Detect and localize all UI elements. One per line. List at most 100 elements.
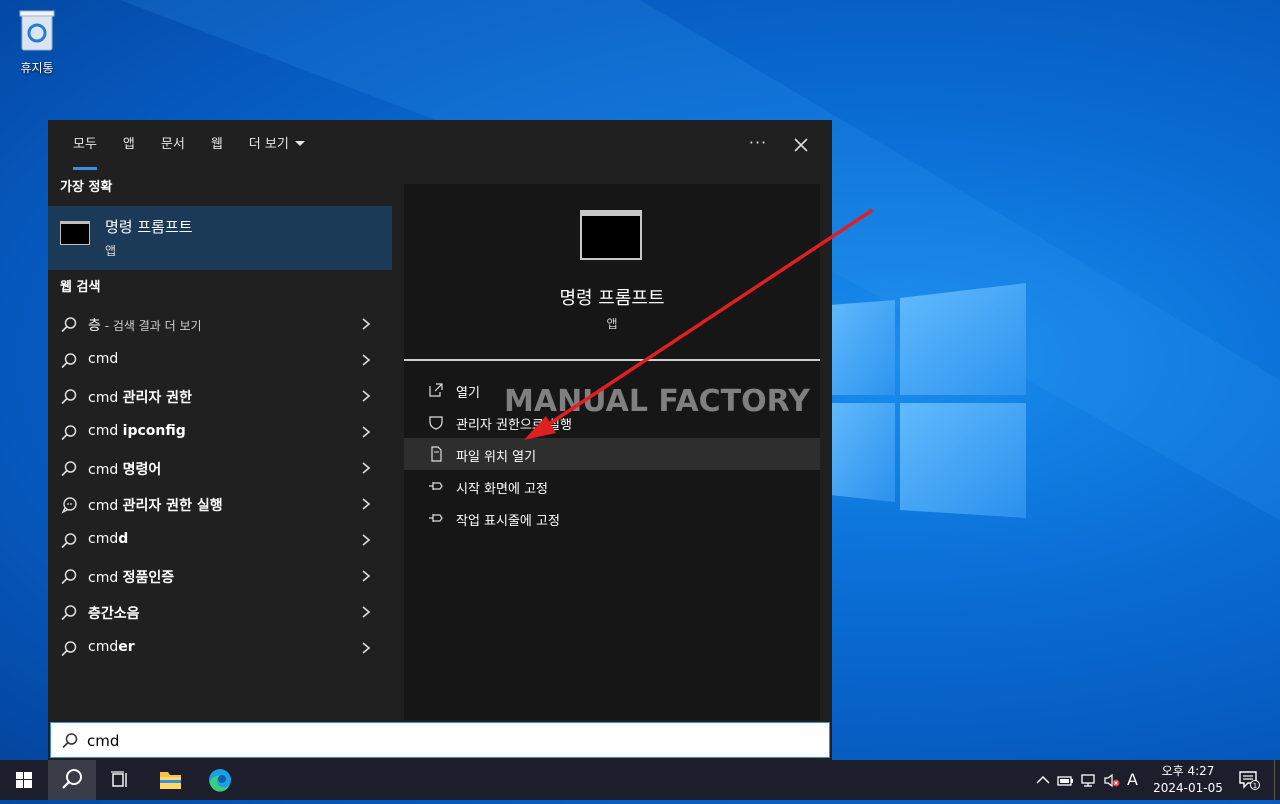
tab-more[interactable]: 더 보기 <box>236 120 318 170</box>
chevron-up-icon[interactable] <box>1034 772 1052 788</box>
search-input[interactable] <box>87 729 787 753</box>
result-text: cmd <box>88 423 123 439</box>
result-text: cmd <box>88 531 119 547</box>
result-bold-text: 정품인증 <box>122 570 175 586</box>
tab-apps[interactable]: 앱 <box>110 120 148 170</box>
best-match-result[interactable]: 명령 프롬프트 앱 <box>48 206 392 270</box>
web-search-result[interactable]: cmdd <box>48 522 392 558</box>
web-search-result-label: cmd <box>88 351 118 367</box>
tab-all[interactable]: 모두 <box>60 120 110 170</box>
preview-action-item[interactable]: 시작 화면에 고정 <box>404 470 820 502</box>
search-icon <box>61 569 77 585</box>
preview-action-item[interactable]: 작업 표시줄에 고정 <box>404 502 820 534</box>
web-search-result[interactable]: 층간소음 <box>48 594 392 630</box>
task-view-button[interactable] <box>96 760 144 800</box>
search-icon <box>61 353 77 369</box>
notification-count: 1 <box>1253 782 1257 790</box>
clock[interactable]: 오후 4:27 2024-01-05 <box>1148 763 1228 797</box>
web-search-result-label: cmdd <box>88 531 128 547</box>
notification-center-icon[interactable]: 1 <box>1238 770 1260 790</box>
recycle-bin-label: 휴지통 <box>20 61 54 75</box>
web-search-result-label: 층간소음 <box>88 603 140 623</box>
preview-action-label: 열기 <box>456 386 480 401</box>
web-search-result-label: cmd 정품인증 <box>88 567 174 587</box>
results-list: 가장 정확 명령 프롬프트 앱 웹 검색 층 - 검색 결과 더 보기 cmd cm… <box>48 170 392 720</box>
chevron-right-icon[interactable] <box>360 353 372 367</box>
search-icon <box>61 641 77 657</box>
tab-documents[interactable]: 문서 <box>148 120 198 170</box>
tab-web[interactable]: 웹 <box>198 120 236 170</box>
result-suffix-text: - 검색 결과 더 보기 <box>100 319 202 333</box>
command-prompt-icon <box>60 221 90 245</box>
tab-more-label: 더 보기 <box>248 137 289 152</box>
web-search-result[interactable]: cmd 관리자 권한 <box>48 378 392 414</box>
chevron-right-icon[interactable] <box>360 389 372 403</box>
chevron-right-icon[interactable] <box>360 425 372 439</box>
preview-action-item[interactable]: 파일 위치 열기 <box>404 438 820 470</box>
result-bold-text: ipconfig <box>122 423 186 439</box>
chat-icon <box>61 497 77 514</box>
best-match-title: 명령 프롬프트 <box>105 218 193 236</box>
web-search-result[interactable]: cmder <box>48 630 392 666</box>
result-text: cmd <box>88 498 123 514</box>
best-match-heading: 가장 정확 <box>60 180 113 195</box>
tab-all-label: 모두 <box>73 137 97 152</box>
web-search-result-label: cmd 관리자 권한 실행 <box>88 495 223 515</box>
result-bold-text: d <box>118 531 129 547</box>
chevron-right-icon[interactable] <box>360 569 372 583</box>
chevron-right-icon[interactable] <box>360 317 372 331</box>
result-bold-text: 관리자 권한 실행 <box>122 498 223 514</box>
preview-divider <box>404 359 820 361</box>
file-explorer-button[interactable] <box>146 760 194 800</box>
search-icon <box>62 769 82 789</box>
preview-action-label: 파일 위치 열기 <box>456 450 537 465</box>
show-desktop-button[interactable] <box>1274 760 1280 800</box>
web-search-result-label: cmder <box>88 639 135 655</box>
search-icon <box>62 733 78 749</box>
web-search-result-label: cmd 관리자 권한 <box>88 387 192 407</box>
preview-action-label: 시작 화면에 고정 <box>456 482 548 497</box>
preview-subtitle: 앱 <box>606 317 618 331</box>
battery-icon[interactable] <box>1056 772 1074 788</box>
search-box[interactable] <box>50 722 830 758</box>
edge-browser-button[interactable] <box>196 760 244 800</box>
web-search-result[interactable]: 층 - 검색 결과 더 보기 <box>48 306 392 342</box>
result-bold-text: 층간소음 <box>88 606 140 622</box>
web-search-result-label: cmd ipconfig <box>88 423 186 439</box>
taskbar-search-button[interactable] <box>48 760 96 800</box>
web-search-result[interactable]: cmd ipconfig <box>48 414 392 450</box>
preview-title: 명령 프롬프트 <box>559 288 665 309</box>
web-search-result[interactable]: cmd 관리자 권한 실행 <box>48 486 392 522</box>
pin-icon <box>429 514 443 522</box>
chevron-right-icon[interactable] <box>360 461 372 475</box>
search-panel: 모두 앱 문서 웹 더 보기 ··· 가장 정확 명령 프롬프트 앱 웹 검색 … <box>48 120 832 760</box>
best-match-subtitle: 앱 <box>105 244 117 258</box>
search-icon <box>61 461 77 477</box>
result-bold-text: er <box>118 639 135 655</box>
chevron-right-icon[interactable] <box>360 641 372 655</box>
web-search-result[interactable]: cmd 정품인증 <box>48 558 392 594</box>
clock-date: 2024-01-05 <box>1153 781 1223 795</box>
result-text: cmd <box>88 351 119 367</box>
network-icon[interactable] <box>1080 772 1098 788</box>
input-method-indicator[interactable]: A <box>1127 770 1138 789</box>
volume-muted-icon[interactable] <box>1103 772 1121 788</box>
task-view-icon <box>111 771 127 787</box>
more-options-button[interactable]: ··· <box>740 132 776 158</box>
tab-apps-label: 앱 <box>122 137 135 152</box>
result-text: cmd <box>88 639 119 655</box>
web-search-result[interactable]: cmd 명령어 <box>48 450 392 486</box>
chevron-right-icon[interactable] <box>360 533 372 547</box>
recycle-bin-shortcut[interactable]: 휴지통 <box>12 8 62 76</box>
web-search-result-label: 층 - 검색 결과 더 보기 <box>88 315 202 335</box>
chevron-right-icon[interactable] <box>360 497 372 511</box>
shield-icon <box>429 416 443 430</box>
web-search-result-label: cmd 명령어 <box>88 459 161 479</box>
chevron-right-icon[interactable] <box>360 605 372 619</box>
web-search-result[interactable]: cmd <box>48 342 392 378</box>
preview-action-label: 작업 표시줄에 고정 <box>456 514 560 529</box>
start-button[interactable] <box>0 760 48 800</box>
result-bold-text: 관리자 권한 <box>122 390 192 406</box>
result-text: cmd <box>88 570 123 586</box>
close-icon[interactable] <box>786 132 816 158</box>
